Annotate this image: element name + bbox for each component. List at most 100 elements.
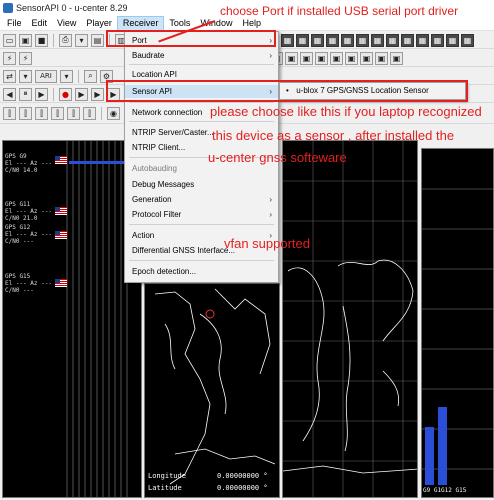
map-panel[interactable]: Longitude 0.00000000 ° Latitude 0.000000… [144,283,280,498]
tool-8-icon[interactable]: ▣ [360,51,373,65]
signal-bar-g9 [425,427,434,485]
toolbar-separator [53,87,54,101]
view-6-icon[interactable]: ▦ [341,33,354,47]
menu-item-action-label: Action [132,231,155,240]
search-icon[interactable]: ⌕ [84,69,97,83]
satellite-signal-panel: GPS G9 El --- Az --- C/N0 14.0 GPS G11 E… [2,140,142,498]
menu-item-baudrate[interactable]: Baudrate › [125,49,278,62]
world-map-panel[interactable] [282,140,418,498]
view-11-icon[interactable]: ▦ [416,33,429,47]
baud-label[interactable]: ARI [35,69,57,83]
view-a-icon[interactable]: ⫿ [3,107,16,120]
view-13-icon[interactable]: ▦ [446,33,459,47]
view-8-icon[interactable]: ▦ [371,33,384,47]
signal-grid [66,141,129,497]
annotation-port-note: choose Port if installed USB serial port… [220,4,459,18]
menu-file[interactable]: File [2,17,27,30]
view-e-icon[interactable]: ⫿ [67,107,80,120]
latitude-label: Latitude [148,484,182,492]
latitude-value: 0.00000000 ° [217,484,268,492]
step-icon[interactable]: ▶ [75,87,88,101]
view-c-icon[interactable]: ⫿ [35,107,48,120]
chevron-down-icon[interactable]: ▾ [60,69,73,83]
skip-icon[interactable]: ▶ [35,87,48,101]
menu-view[interactable]: View [52,17,81,30]
tool-10-icon[interactable]: ▣ [390,51,403,65]
menu-item-generation[interactable]: Generation › [125,193,278,206]
menu-help[interactable]: Help [237,17,266,30]
menu-separator [129,64,274,65]
chevron-right-icon: › [269,51,272,60]
longitude-label: Longitude [148,472,186,480]
print-icon[interactable]: ⎙ [59,33,72,47]
new-file-icon[interactable]: ▭ [3,33,16,47]
usa-flag-icon [55,279,67,287]
play-icon[interactable]: ▶ [91,87,104,101]
tool-6-icon[interactable]: ▣ [330,51,343,65]
tool-5-icon[interactable]: ▣ [315,51,328,65]
menu-edit[interactable]: Edit [27,17,53,30]
usa-flag-icon [55,156,67,164]
view-9-icon[interactable]: ▦ [386,33,399,47]
signal-bar-g11 [438,407,447,485]
window-title: SensorAPI 0 - u-center 8.29 [16,3,128,13]
tool-4-icon[interactable]: ▣ [300,51,313,65]
menu-item-debug-messages[interactable]: Debug Messages [125,178,278,191]
camera-icon[interactable]: ◉ [107,107,120,120]
longitude-value: 0.00000000 ° [217,472,268,480]
menu-separator [129,121,274,122]
chevron-right-icon: › [269,210,272,219]
save-icon[interactable]: ■ [35,33,48,47]
open-file-icon[interactable]: ▣ [19,33,32,47]
tool-7-icon[interactable]: ▣ [345,51,358,65]
world-map-grid [283,141,417,497]
dropdown-icon[interactable]: ▾ [75,33,88,47]
chevron-right-icon: › [269,195,272,204]
view-5-icon[interactable]: ▦ [326,33,339,47]
satellite-label-g15: GPS G15 El --- Az --- C/N0 --- [5,273,52,294]
menu-item-epoch-detection-label: Epoch detection... [132,267,197,276]
view-3-icon[interactable]: ▦ [296,33,309,47]
connect-icon[interactable]: ⚡ [3,51,16,65]
toolbar-separator [101,107,102,120]
menu-item-location-api-label: Location API [132,70,177,79]
view-b-icon[interactable]: ⫿ [19,107,32,120]
view-14-icon[interactable]: ▦ [461,33,474,47]
satellite-label-g12: GPS G12 El --- Az --- C/N0 --- [5,224,52,245]
menu-bar: File Edit View Player Receiver Tools Win… [0,15,494,31]
tool-9-icon[interactable]: ▣ [375,51,388,65]
view-10-icon[interactable]: ▦ [401,33,414,47]
view-f-icon[interactable]: ⫿ [83,107,96,120]
menu-separator [129,260,274,261]
sensor-api-highlight-box [106,80,468,102]
annotation-supported-note: vfan supported [224,236,311,251]
link-icon[interactable]: ⇄ [3,69,16,83]
menu-item-epoch-detection[interactable]: Epoch detection... [125,265,278,278]
app-icon [3,3,13,13]
pause-icon[interactable]: ⏸ [19,87,32,101]
chevron-down-icon[interactable]: ▾ [19,69,32,83]
view-toolbar-group: ▦ ▦ ▦ ▦ ▦ ▦ ▦ ▦ ▦ ▦ ▦ ▦ ▦ ▦ [266,33,474,47]
view-d-icon[interactable]: ⫿ [51,107,64,120]
folder-icon[interactable]: ▤ [91,33,104,47]
tool-3-icon[interactable]: ▣ [285,51,298,65]
menu-player[interactable]: Player [81,17,117,30]
record-icon[interactable]: ● [59,87,72,101]
signal-bar-panel: G9 G1G12 G15 [421,148,494,498]
play-back-icon[interactable]: ◀ [3,87,16,101]
view-2-icon[interactable]: ▦ [281,33,294,47]
menu-item-ntrip-server-label: NTRIP Server/Caster... [132,128,214,137]
view-12-icon[interactable]: ▦ [431,33,444,47]
bar-axis-labels: G9 G1G12 G15 [423,487,467,494]
usa-flag-icon [55,231,67,239]
bolt-icon[interactable]: ⚡ [19,51,32,65]
menu-receiver[interactable]: Receiver [116,15,165,31]
menu-item-baudrate-label: Baudrate [132,51,165,60]
annotation-sensor-note-2: this device as a sensor , after installe… [212,128,455,143]
menu-item-debug-messages-label: Debug Messages [132,180,195,189]
view-4-icon[interactable]: ▦ [311,33,324,47]
view-7-icon[interactable]: ▦ [356,33,369,47]
menu-item-protocol-filter[interactable]: Protocol Filter › [125,208,278,221]
menu-window[interactable]: Window [195,17,237,30]
menu-item-generation-label: Generation [132,195,172,204]
